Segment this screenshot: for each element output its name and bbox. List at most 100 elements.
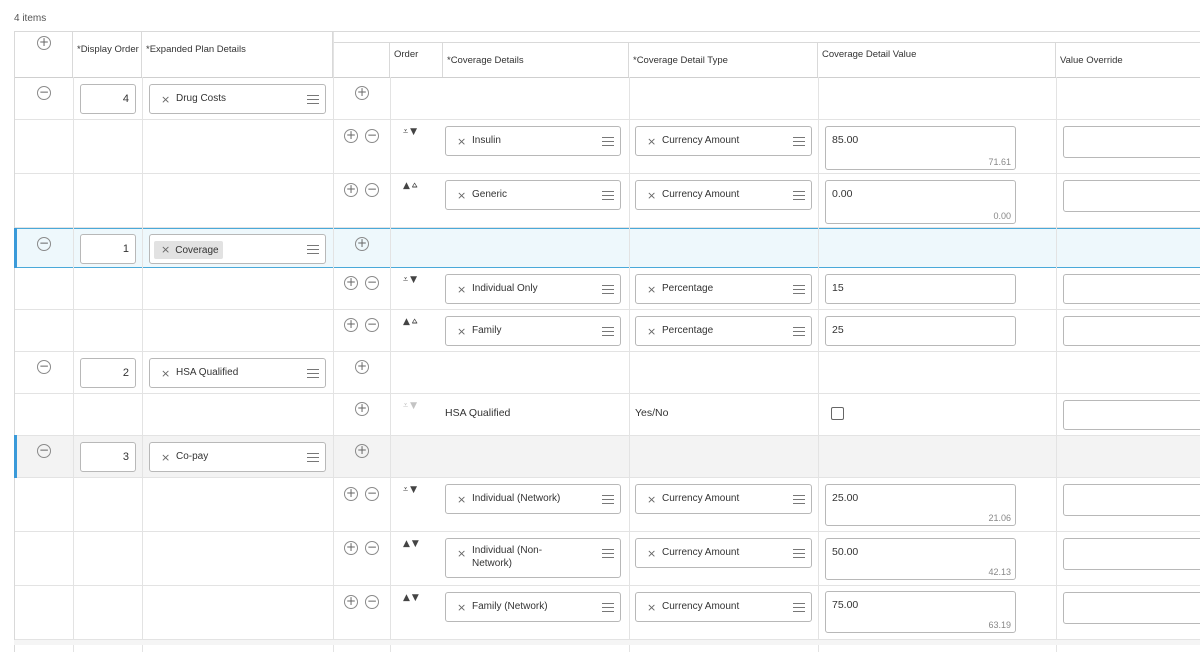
clear-icon[interactable]: × [647,325,656,338]
add-coverage-row-icon[interactable]: + [344,318,358,332]
add-coverage-row-icon[interactable]: + [344,487,358,501]
clear-icon[interactable]: × [457,493,466,506]
list-icon[interactable] [602,600,614,614]
clear-icon[interactable]: × [457,189,466,202]
move-up-icon[interactable]: ▲⩠ [403,317,419,327]
list-icon[interactable] [307,242,319,256]
add-plan-row-icon[interactable]: + [37,36,51,50]
coverage-detail-value-input[interactable]: 50.00 42.13 [825,538,1016,580]
add-coverage-row-icon[interactable]: + [344,276,358,290]
clear-icon[interactable]: × [161,451,170,464]
list-icon[interactable] [793,324,805,338]
clear-icon[interactable]: × [161,93,170,106]
add-coverage-row-icon[interactable]: + [355,360,369,374]
display-order-input[interactable]: 1 [80,234,136,264]
list-icon[interactable] [307,450,319,464]
coverage-detail-prompt[interactable]: × Insulin [445,126,621,156]
remove-coverage-row-icon[interactable]: − [365,595,379,609]
value-override-input[interactable] [1063,274,1200,304]
move-up-icon[interactable]: ▲⩠ [403,181,419,191]
add-coverage-row-icon[interactable]: + [344,129,358,143]
list-icon[interactable] [793,546,805,560]
remove-coverage-row-icon[interactable]: − [365,129,379,143]
coverage-detail-type-prompt[interactable]: × Currency Amount [635,538,812,568]
coverage-detail-value-input[interactable]: 75.00 63.19 [825,591,1016,633]
move-down-icon[interactable]: ⩡▼ [403,485,419,495]
remove-plan-row-icon[interactable]: − [37,444,51,458]
remove-coverage-row-icon[interactable]: − [365,183,379,197]
horizontal-scrollbar[interactable] [14,640,1200,645]
expanded-plan-detail-prompt[interactable]: × HSA Qualified [149,358,326,388]
remove-coverage-row-icon[interactable]: − [365,541,379,555]
coverage-detail-prompt[interactable]: × Individual Only [445,274,621,304]
coverage-detail-type-prompt[interactable]: × Currency Amount [635,592,812,622]
list-icon[interactable] [793,282,805,296]
value-override-input[interactable] [1063,126,1200,158]
list-icon[interactable] [602,188,614,202]
list-icon[interactable] [602,492,614,506]
add-coverage-row-icon[interactable]: + [344,541,358,555]
clear-icon[interactable]: × [457,135,466,148]
clear-icon[interactable]: × [457,283,466,296]
add-coverage-row-icon[interactable]: + [344,595,358,609]
coverage-detail-value-input[interactable]: 15 [825,274,1016,304]
expanded-plan-detail-prompt[interactable]: × Co-pay [149,442,326,472]
list-icon[interactable] [602,546,614,560]
value-override-input[interactable] [1063,592,1200,624]
remove-coverage-row-icon[interactable]: − [365,318,379,332]
value-override-input[interactable] [1063,484,1200,516]
coverage-detail-type-prompt[interactable]: × Percentage [635,274,812,304]
expanded-plan-detail-prompt[interactable]: × Drug Costs [149,84,326,114]
coverage-detail-prompt[interactable]: × Family [445,316,621,346]
value-override-input[interactable] [1063,180,1200,212]
add-coverage-row-icon[interactable]: + [355,402,369,416]
value-override-input[interactable] [1063,400,1200,430]
clear-icon[interactable]: × [647,283,656,296]
coverage-detail-value-input[interactable]: 25 [825,316,1016,346]
display-order-input[interactable]: 4 [80,84,136,114]
clear-icon[interactable]: × [647,547,656,560]
list-icon[interactable] [793,188,805,202]
add-coverage-row-icon[interactable]: + [355,444,369,458]
coverage-detail-type-prompt[interactable]: × Percentage [635,316,812,346]
clear-icon[interactable]: × [457,547,466,560]
coverage-detail-value-input[interactable]: 85.00 71.61 [825,126,1016,170]
move-up-down-icon[interactable]: ▲▼ [403,539,421,549]
list-icon[interactable] [602,134,614,148]
remove-plan-row-icon[interactable]: − [37,86,51,100]
coverage-detail-value-input[interactable]: 0.00 0.00 [825,180,1016,224]
coverage-detail-prompt[interactable]: × Individual (Network) [445,484,621,514]
list-icon[interactable] [307,366,319,380]
list-icon[interactable] [793,600,805,614]
clear-icon[interactable]: × [647,493,656,506]
clear-icon[interactable]: × [161,243,170,256]
list-icon[interactable] [793,134,805,148]
clear-icon[interactable]: × [457,601,466,614]
add-coverage-row-icon[interactable]: + [355,86,369,100]
display-order-input[interactable]: 3 [80,442,136,472]
value-override-input[interactable] [1063,538,1200,570]
expanded-plan-detail-prompt[interactable]: × Coverage [149,234,326,264]
add-coverage-row-icon[interactable]: + [344,183,358,197]
remove-coverage-row-icon[interactable]: − [365,276,379,290]
yes-no-checkbox[interactable] [831,407,844,420]
coverage-detail-value-input[interactable]: 25.00 21.06 [825,484,1016,526]
list-icon[interactable] [602,282,614,296]
clear-icon[interactable]: × [647,135,656,148]
coverage-detail-type-prompt[interactable]: × Currency Amount [635,484,812,514]
coverage-detail-prompt[interactable]: × Individual (Non- Network) [445,538,621,578]
add-coverage-row-icon[interactable]: + [355,237,369,251]
list-icon[interactable] [307,92,319,106]
clear-icon[interactable]: × [161,367,170,380]
clear-icon[interactable]: × [457,325,466,338]
remove-coverage-row-icon[interactable]: − [365,487,379,501]
display-order-input[interactable]: 2 [80,358,136,388]
list-icon[interactable] [793,492,805,506]
clear-icon[interactable]: × [647,189,656,202]
remove-plan-row-icon[interactable]: − [37,360,51,374]
coverage-detail-type-prompt[interactable]: × Currency Amount [635,126,812,156]
move-down-icon[interactable]: ⩡▼ [403,127,419,137]
coverage-detail-type-prompt[interactable]: × Currency Amount [635,180,812,210]
clear-icon[interactable]: × [647,601,656,614]
value-override-input[interactable] [1063,316,1200,346]
